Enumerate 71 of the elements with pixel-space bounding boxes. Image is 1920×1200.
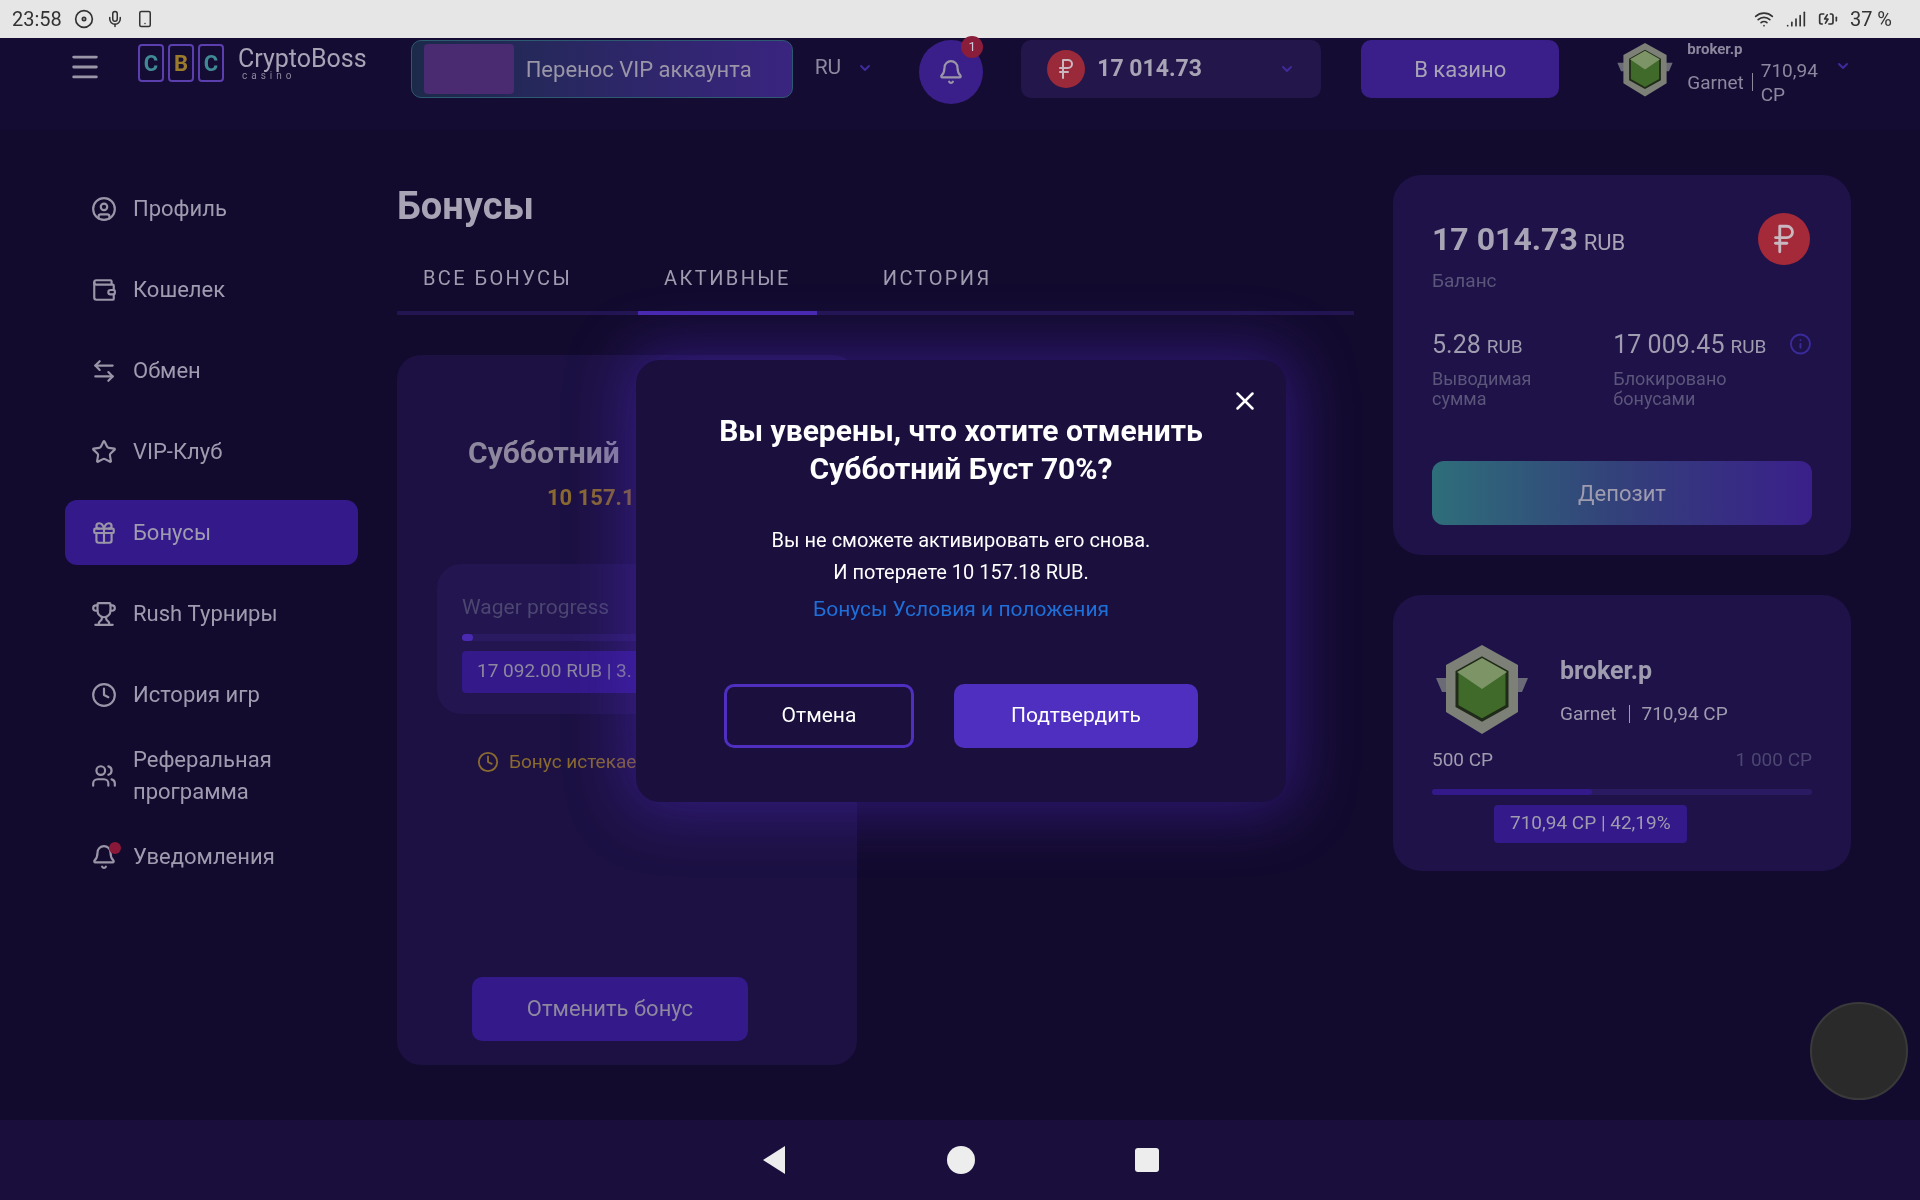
dialog-title: Вы уверены, что хотите отменить Субботний Буст 70%? <box>718 412 1204 488</box>
amount-label: Выводимая сумма <box>1432 369 1533 409</box>
tab[interactable]: ВСЕ БОНУСЫ <box>397 263 599 315</box>
wallet-icon <box>91 276 117 303</box>
vip-points: 710,94 CP <box>1641 700 1728 727</box>
signal-icon <box>1785 9 1806 29</box>
sidebar-item[interactable]: Профиль <box>65 176 358 241</box>
home-icon[interactable] <box>947 1146 975 1174</box>
logo-name: CryptoBoss <box>238 45 367 71</box>
sidebar-item[interactable]: Кошелек <box>65 257 358 322</box>
trophy-icon <box>91 600 117 627</box>
user-rank: Garnet <box>1687 70 1744 95</box>
sidebar-item[interactable]: Бонусы <box>65 500 358 565</box>
clock-icon <box>477 751 499 774</box>
clock-icon <box>91 681 117 708</box>
back-icon[interactable] <box>761 1145 787 1175</box>
sidebar-item[interactable]: Реферальная программа <box>65 743 358 808</box>
sidebar-item[interactable]: VIP-Клуб <box>65 419 358 484</box>
terms-link[interactable]: Бонусы Условия и положения <box>812 594 1110 626</box>
deposit-button[interactable]: Депозит <box>1432 461 1812 525</box>
bonus-amount: 10 157.1 <box>547 484 635 512</box>
balance-label: Баланс <box>1432 268 1498 294</box>
tab[interactable]: ИСТОРИЯ <box>856 263 1018 315</box>
vip-level-min: 500 CP <box>1432 747 1494 773</box>
sidebar-item[interactable]: Уведомления <box>65 824 358 889</box>
vip-transfer-button[interactable]: Перенос VIP аккаунта <box>410 40 793 98</box>
vip-progress-reading: 710,94 CP | 42,19% <box>1494 804 1687 843</box>
amount-currency: RUB <box>1486 333 1523 360</box>
amount-value: 5.28 <box>1432 328 1481 361</box>
notification-badge: 1 <box>961 36 984 58</box>
vip-rank: Garnet <box>1560 700 1617 727</box>
cancel-button[interactable]: Отмена <box>724 683 914 748</box>
bonus-title: Субботний <box>468 434 620 472</box>
dialog-message: И потеряете 10 157.18 RUB. <box>833 559 1089 586</box>
logo-letter: B <box>168 44 194 82</box>
logo-subtitle: casino <box>242 70 296 81</box>
amount-label: Блокировано бонусами <box>1613 369 1728 409</box>
sidebar-item[interactable]: История игр <box>65 662 358 727</box>
battery-level: 37 % <box>1849 6 1892 33</box>
status-time: 23:58 <box>12 6 62 33</box>
casino-button[interactable]: В казино <box>1361 40 1560 98</box>
tab[interactable]: АКТИВНЫЕ <box>638 263 817 315</box>
exchange-arrows-icon <box>91 357 117 384</box>
media-icon <box>73 9 94 29</box>
logo-letter: C <box>198 44 224 82</box>
users-icon <box>91 762 117 789</box>
user-circle-icon <box>91 195 117 222</box>
bonus-expiry: Бонус истекае <box>509 749 637 775</box>
vip-user-name: broker.p <box>1560 655 1654 687</box>
amount-value: 17 009.45 <box>1613 328 1725 361</box>
star-icon <box>91 438 117 465</box>
amount-currency: RUB <box>1730 333 1767 360</box>
ruble-icon <box>1758 213 1810 265</box>
wifi-icon <box>1753 9 1774 29</box>
balance-selector[interactable]: 17 014.73 <box>1021 40 1322 98</box>
page-title: Бонусы <box>397 183 535 230</box>
sidebar-item[interactable]: Rush Турниры <box>65 581 358 646</box>
user-points: 710,94 CP <box>1760 58 1819 107</box>
ruble-icon <box>1047 50 1086 88</box>
balance-amount: 17 014.73 <box>1432 219 1578 260</box>
cancel-bonus-button[interactable]: Отменить бонус <box>472 976 748 1041</box>
sidebar-item[interactable]: Обмен <box>65 338 358 403</box>
logo-letter: C <box>138 44 164 82</box>
bell-icon <box>91 843 117 870</box>
confirm-button[interactable]: Подтвердить <box>954 683 1198 748</box>
language-selector[interactable]: RU <box>814 52 874 84</box>
dialog-message: Вы не сможете активировать его снова. <box>771 527 1151 554</box>
bell-icon <box>938 59 965 85</box>
user-name: broker.p <box>1687 40 1744 59</box>
gift-icon <box>91 519 117 546</box>
balance-currency: RUB <box>1583 229 1626 257</box>
